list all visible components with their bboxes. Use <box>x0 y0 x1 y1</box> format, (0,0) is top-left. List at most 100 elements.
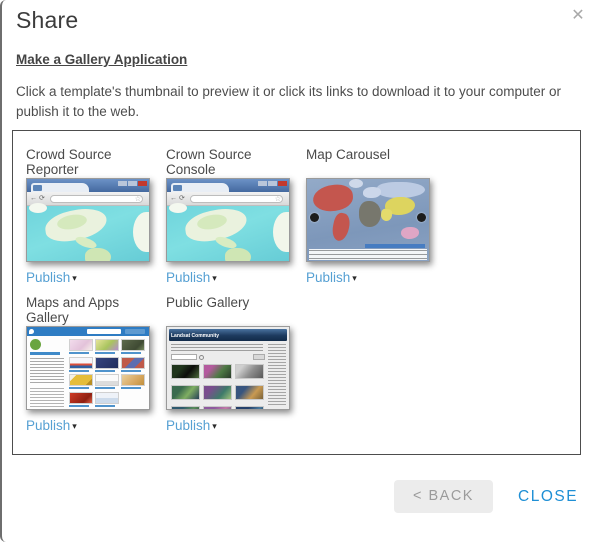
make-gallery-application-link[interactable]: Make a Gallery Application <box>16 52 187 67</box>
map-preview <box>167 206 289 261</box>
publish-label: Publish <box>166 418 210 433</box>
gallery-tile <box>121 374 145 386</box>
publish-link[interactable]: Publish ▾ <box>166 418 292 433</box>
gallery-page-preview <box>27 327 149 409</box>
publish-dropdown-arrow-icon: ▾ <box>212 273 217 284</box>
landsat-page-preview: Landsat Community <box>167 327 289 409</box>
browser-toolbar: ← ⟳ ☆ <box>167 192 289 206</box>
gallery-tile-link <box>95 352 115 354</box>
close-icon[interactable]: ✕ <box>568 6 588 26</box>
world-map-preview <box>307 179 429 261</box>
landsat-banner-title: Landsat Community <box>171 332 219 338</box>
landsat-sort-control <box>253 354 265 360</box>
browser-tab-icon <box>33 185 42 191</box>
browser-toolbar: ← ⟳ ☆ <box>27 192 149 206</box>
landsat-tile <box>171 406 200 410</box>
gallery-tile <box>69 392 93 404</box>
publish-link[interactable]: Publish ▾ <box>26 418 152 433</box>
publish-dropdown-arrow-icon: ▾ <box>72 421 77 432</box>
template-name: Crowd Source Reporter <box>26 147 152 178</box>
publish-label: Publish <box>166 270 210 285</box>
back-button[interactable]: < BACK <box>394 480 493 513</box>
map-landmass <box>133 212 150 252</box>
map-landmass <box>401 227 419 239</box>
landsat-tile <box>235 364 264 379</box>
template-name: Crown Source Console <box>166 147 292 178</box>
carousel-prev-button <box>310 213 319 222</box>
maximize-control <box>268 181 277 186</box>
gallery-tile <box>121 339 145 351</box>
gallery-tile <box>121 357 145 369</box>
template-name: Map Carousel <box>306 147 432 178</box>
gallery-tile-link <box>121 387 141 389</box>
gallery-tile <box>95 392 119 404</box>
minimize-control <box>118 181 127 186</box>
carousel-caption-strip <box>309 249 427 260</box>
close-button[interactable]: CLOSE <box>518 488 578 506</box>
map-landmass <box>349 179 363 188</box>
gallery-header-bar <box>27 327 149 336</box>
gallery-sidebar <box>30 339 64 407</box>
minimize-control <box>258 181 267 186</box>
gallery-tile-link <box>69 405 89 407</box>
gallery-tile-link <box>69 387 89 389</box>
gallery-sidebar-text <box>30 358 64 384</box>
share-dialog: Share ✕ Make a Gallery Application Click… <box>0 0 600 542</box>
gallery-sidebar-text <box>30 388 64 410</box>
publish-link[interactable]: Publish ▾ <box>306 270 432 285</box>
landsat-tile <box>203 406 232 410</box>
landsat-search-box <box>171 354 197 360</box>
publish-label: Publish <box>26 418 70 433</box>
map-landmass <box>85 248 111 262</box>
gallery-tiles-grid <box>69 339 147 409</box>
template-thumbnail[interactable] <box>306 178 430 262</box>
publish-link[interactable]: Publish ▾ <box>26 270 152 285</box>
gallery-signin-button <box>125 329 145 334</box>
publish-dropdown-arrow-icon: ▾ <box>72 273 77 284</box>
gallery-tile-link <box>95 387 115 389</box>
back-arrow-icon: ← <box>30 195 37 202</box>
address-bar: ☆ <box>190 195 283 203</box>
reload-icon: ⟳ <box>39 195 45 202</box>
star-icon: ☆ <box>275 195 281 203</box>
template-name: Public Gallery <box>166 295 292 326</box>
templates-panel: Crowd Source Reporter ← ⟳ ☆ <box>12 130 581 455</box>
template-item-public-gallery: Public Gallery Landsat Community <box>166 295 292 433</box>
gallery-tile-link <box>69 352 89 354</box>
template-thumbnail[interactable]: ← ⟳ ☆ <box>26 178 150 262</box>
publish-dropdown-arrow-icon: ▾ <box>352 273 357 284</box>
gallery-tile <box>95 357 119 369</box>
gallery-tile-link <box>69 370 89 372</box>
landsat-tile <box>235 385 264 400</box>
map-landmass <box>225 248 251 262</box>
map-landmass <box>380 208 393 221</box>
map-landmass <box>359 201 381 227</box>
landsat-tile <box>235 406 264 410</box>
landsat-tile <box>171 385 200 400</box>
map-landmass <box>273 212 290 252</box>
gallery-tile-link <box>121 352 141 354</box>
window-controls <box>257 181 287 186</box>
map-attribution-bar <box>365 244 425 248</box>
carousel-next-button <box>417 213 426 222</box>
close-control <box>278 181 287 186</box>
gallery-tile <box>95 339 119 351</box>
map-landmass <box>330 212 351 243</box>
browser-tab <box>171 183 229 192</box>
browser-titlebar <box>27 179 149 192</box>
landsat-tile <box>203 364 232 379</box>
template-thumbnail[interactable] <box>26 326 150 410</box>
gallery-tile <box>69 339 93 351</box>
landsat-banner: Landsat Community <box>169 329 287 341</box>
back-arrow-icon: ← <box>170 195 177 202</box>
publish-link[interactable]: Publish ▾ <box>166 270 292 285</box>
template-item-crown-source-console: Crown Source Console ← ⟳ ☆ <box>166 147 292 285</box>
landsat-tiles-grid <box>171 364 267 409</box>
map-landmass <box>363 187 381 198</box>
landsat-tile <box>171 364 200 379</box>
gallery-tile <box>95 374 119 386</box>
gallery-search-box <box>87 329 121 334</box>
template-thumbnail[interactable]: ← ⟳ ☆ <box>166 178 290 262</box>
map-landmass <box>169 203 187 213</box>
template-thumbnail[interactable]: Landsat Community <box>166 326 290 410</box>
